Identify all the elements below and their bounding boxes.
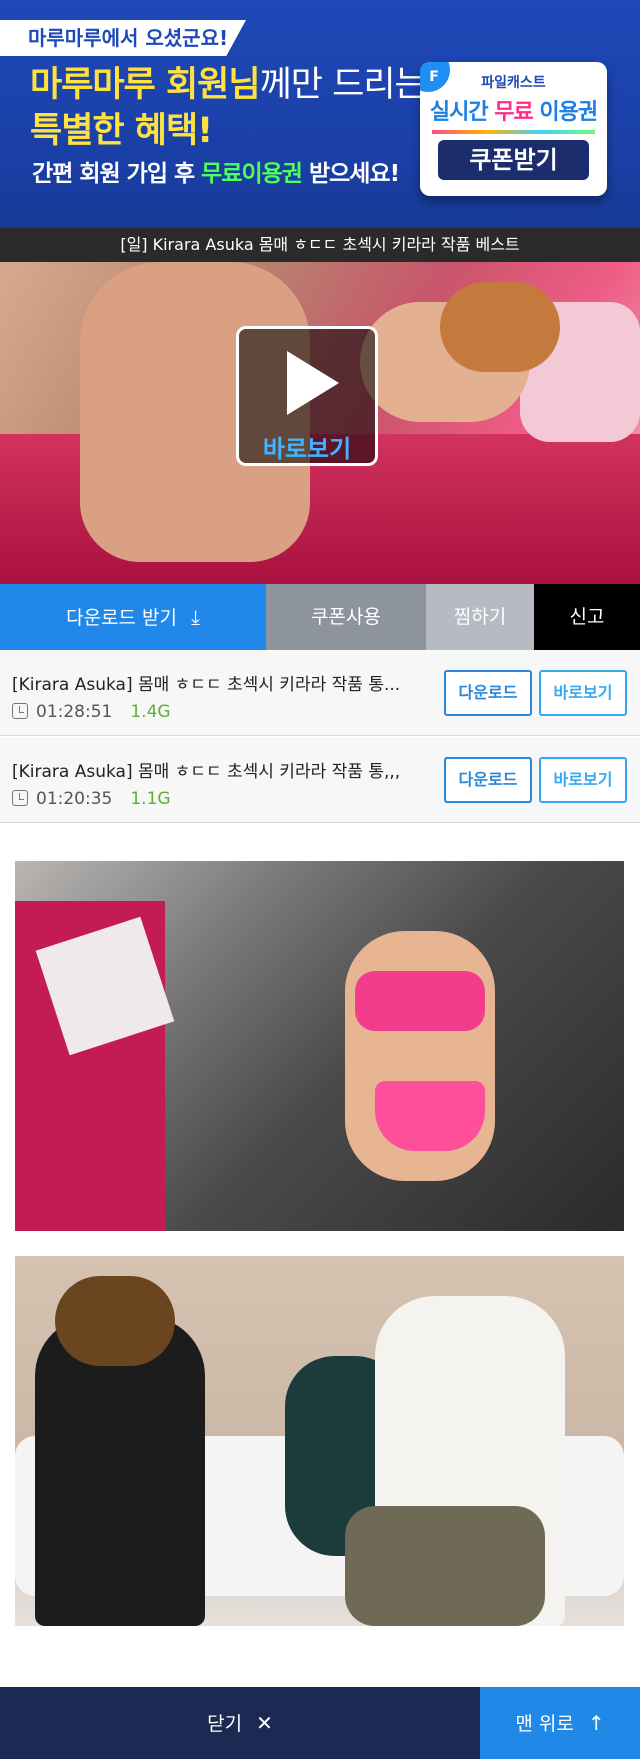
file-download-button[interactable]: 다운로드 [444, 670, 532, 716]
arrow-up-icon: ↑ [587, 1711, 605, 1735]
banner-tag: 마루마루에서 오셨군요! [0, 20, 246, 56]
file-size: 1.1G [130, 789, 171, 809]
scene-top [355, 971, 485, 1031]
action-bar: 다운로드 받기 ⤓ 쿠폰사용 찜하기 신고 [0, 584, 640, 650]
download-label: 다운로드 받기 [66, 607, 178, 629]
download-icon: ⤓ [191, 605, 200, 629]
preview-image-1 [15, 861, 624, 1231]
footer-bar: 닫기 ✕ 맨 위로 ↑ [0, 1687, 640, 1759]
scene-hair-left [55, 1276, 175, 1366]
file-name: [Kirara Asuka] 몸매 ㅎㄷㄷ 초섹시 키라라 작품 통,,, [12, 762, 401, 782]
banner-subline: 간편 회원 가입 후 무료이용권 받으세요! [32, 154, 400, 188]
file-download-button[interactable]: 다운로드 [444, 757, 532, 803]
headline-bold: 마루마루 회원님 [30, 65, 261, 105]
card-title-b: 무료 [494, 100, 533, 125]
card-divider [432, 130, 595, 134]
subline-suffix: 받으세요! [301, 161, 400, 187]
preview-image-2 [15, 1256, 624, 1626]
file-size: 1.4G [130, 702, 171, 722]
headline-line2: 특별한 혜택! [30, 111, 213, 151]
clock-icon [12, 703, 28, 719]
file-meta: 01:28:51 1.4G [12, 702, 171, 722]
file-meta: 01:20:35 1.1G [12, 789, 171, 809]
play-button[interactable]: 바로보기 [236, 326, 378, 466]
use-coupon-button[interactable]: 쿠폰사용 [266, 584, 426, 650]
card-title-c: 이용권 [532, 100, 598, 125]
close-icon: ✕ [256, 1711, 273, 1735]
clock-icon [12, 790, 28, 806]
subline-highlight: 무료이용권 [201, 161, 303, 187]
play-label: 바로보기 [262, 435, 352, 463]
play-icon [287, 351, 339, 415]
scene-bottom [375, 1081, 485, 1151]
close-label: 닫기 [207, 1713, 243, 1735]
card-title: 실시간 무료 이용권 [420, 94, 607, 126]
scroll-top-label: 맨 위로 [515, 1713, 574, 1735]
wishlist-button[interactable]: 찜하기 [426, 584, 534, 650]
banner-headline: 마루마루 회원님께만 드리는 특별한 혜택! [30, 62, 427, 154]
report-button[interactable]: 신고 [534, 584, 640, 650]
promo-banner[interactable]: 마루마루에서 오셨군요! 마루마루 회원님께만 드리는 특별한 혜택! 간편 회… [0, 0, 640, 228]
coupon-card[interactable]: F 파일캐스트 실시간 무료 이용권 쿠폰받기 [420, 62, 607, 196]
file-duration: 01:28:51 [36, 702, 113, 722]
file-item: [Kirara Asuka] 몸매 ㅎㄷㄷ 초섹시 키라라 작품 통,,, 01… [0, 737, 640, 823]
subline-prefix: 간편 회원 가입 후 [32, 161, 202, 187]
file-view-button[interactable]: 바로보기 [539, 757, 627, 803]
headline-light: 께만 드리는 [259, 65, 427, 105]
file-name: [Kirara Asuka] 몸매 ㅎㄷㄷ 초섹시 키라라 작품 통... [12, 675, 401, 695]
video-title: [일] Kirara Asuka 몸매 ㅎㄷㄷ 초섹시 키라라 작품 베스트 [0, 228, 640, 262]
file-view-button[interactable]: 바로보기 [539, 670, 627, 716]
download-button[interactable]: 다운로드 받기 ⤓ [0, 584, 266, 650]
card-title-a: 실시간 [429, 100, 495, 125]
scene-hair [440, 282, 560, 372]
file-item: [Kirara Asuka] 몸매 ㅎㄷㄷ 초섹시 키라라 작품 통... 01… [0, 650, 640, 736]
scene-jeans [345, 1506, 545, 1626]
scroll-top-button[interactable]: 맨 위로 ↑ [480, 1687, 640, 1759]
close-button[interactable]: 닫기 ✕ [0, 1687, 480, 1759]
get-coupon-button[interactable]: 쿠폰받기 [438, 140, 589, 180]
file-duration: 01:20:35 [36, 789, 113, 809]
